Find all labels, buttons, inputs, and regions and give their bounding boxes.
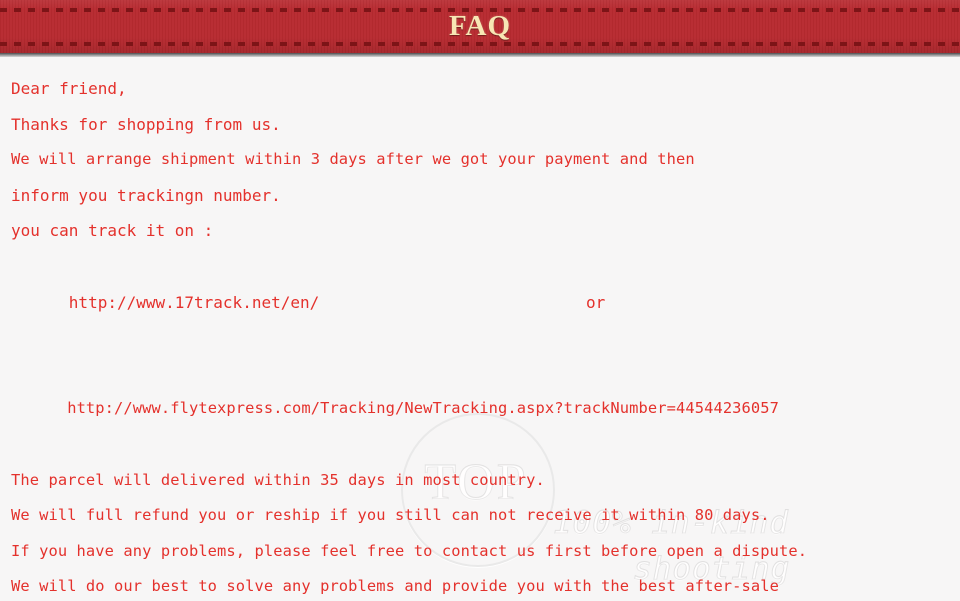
tracking-url-17track[interactable]: http://www.17track.net/en/ [69,293,319,312]
faq-page: FAQ TOP 100% in-kind shooting Dear frien… [0,0,960,601]
faq-line-inform-tracking: inform you trackingn number. [11,185,281,205]
faq-line-contact-before-dispute: If you have any problems, please feel fr… [11,541,808,560]
faq-line-refund-policy: We will full refund you or reship if you… [11,506,770,525]
faq-line-tracking-url-1: http://www.17track.net/en/or [11,249,960,356]
tracking-url-or-label: or [585,292,606,312]
faq-line-track-intro: you can track it on : [11,221,214,241]
header-shadow-divider [0,53,960,57]
faq-line-thanks: Thanks for shopping from us. [11,114,281,134]
tracking-url-flytexpress[interactable]: http://www.flytexpress.com/Tracking/NewT… [67,399,779,417]
faq-line-tracking-url-2: http://www.flytexpress.com/Tracking/NewT… [11,356,960,463]
header-dashed-rule-bottom [0,42,960,46]
faq-body: Dear friend, Thanks for shopping from us… [0,57,960,601]
page-title: FAQ [448,10,512,42]
faq-header-banner: FAQ [0,0,960,53]
faq-line-delivery-window: The parcel will delivered within 35 days… [11,470,545,489]
faq-line-greeting: Dear friend, [11,79,127,98]
faq-line-shipment-time: We will arrange shipment within 3 days a… [11,150,695,169]
faq-line-after-sale-service: We will do our best to solve any problem… [11,577,780,596]
